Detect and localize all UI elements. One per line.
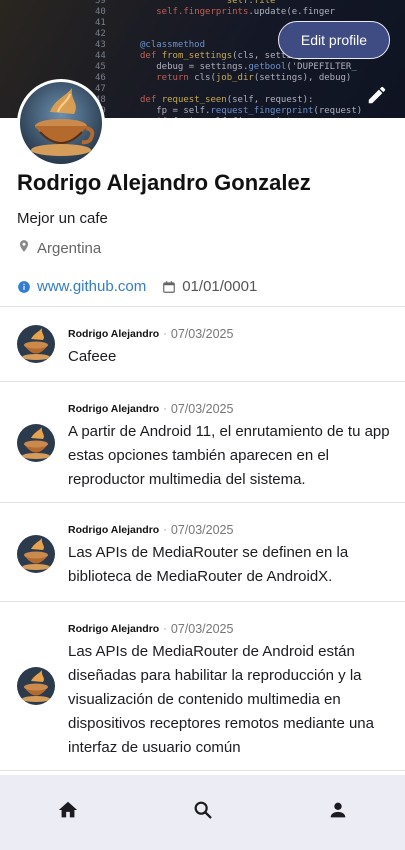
post-header: Rodrigo Alejandro · 07/03/2025 bbox=[68, 622, 234, 636]
post-avatar[interactable] bbox=[17, 424, 55, 462]
banner-code-image-text: self.file self.fingerprints.update(e.fin… bbox=[140, 0, 363, 118]
post-date: 07/03/2025 bbox=[170, 327, 234, 341]
post-header: Rodrigo Alejandro · 07/03/2025 bbox=[68, 327, 234, 341]
profile-meta: www.github.com 01/01/0001 bbox=[17, 278, 257, 295]
post-header: Rodrigo Alejandro · 07/03/2025 bbox=[68, 402, 234, 416]
website-link[interactable]: www.github.com bbox=[37, 278, 146, 295]
search-icon bbox=[192, 799, 214, 826]
profile-avatar[interactable] bbox=[17, 79, 105, 167]
post-item[interactable]: Rodrigo Alejandro · 07/03/2025 Cafeee bbox=[0, 307, 405, 382]
post-avatar[interactable] bbox=[17, 325, 55, 363]
profile-location: Argentina bbox=[17, 239, 101, 257]
post-avatar[interactable] bbox=[17, 535, 55, 573]
location-label: Argentina bbox=[37, 239, 102, 257]
info-icon bbox=[17, 280, 31, 294]
post-item[interactable]: Rodrigo Alejandro · 07/03/2025 Las APIs de… bbox=[0, 503, 405, 602]
calendar-icon bbox=[162, 280, 176, 294]
bottom-navigation bbox=[0, 775, 405, 850]
post-date: 07/03/2025 bbox=[170, 523, 234, 537]
location-pin-icon bbox=[17, 239, 31, 257]
post-text: Cafeee bbox=[68, 348, 117, 365]
nav-profile[interactable] bbox=[308, 791, 368, 835]
profile-bio: Mejor un cafe bbox=[17, 210, 108, 227]
edit-banner-icon[interactable] bbox=[366, 84, 388, 106]
post-author: Rodrigo Alejandro bbox=[68, 403, 160, 415]
post-header: Rodrigo Alejandro · 07/03/2025 bbox=[68, 523, 234, 537]
profile-icon bbox=[327, 799, 349, 826]
profile-name: Rodrigo Alejandro Gonzalez bbox=[17, 170, 311, 195]
post-date: 07/03/2025 bbox=[170, 402, 234, 416]
coffee-cup-image bbox=[20, 82, 102, 164]
post-author: Rodrigo Alejandro bbox=[68, 328, 160, 340]
post-text: Las APIs de MediaRouter de Android están… bbox=[68, 643, 374, 756]
nav-home[interactable] bbox=[38, 791, 98, 835]
post-avatar[interactable] bbox=[17, 667, 55, 705]
joined-date: 01/01/0001 bbox=[182, 278, 258, 295]
edit-profile-button[interactable]: Edit profile bbox=[278, 21, 390, 59]
nav-search[interactable] bbox=[173, 791, 233, 835]
post-text: Las APIs de MediaRouter se definen en la… bbox=[68, 544, 349, 585]
post-author: Rodrigo Alejandro bbox=[68, 524, 160, 536]
post-text: A partir de Android 11, el enrutamiento … bbox=[68, 423, 390, 488]
post-item[interactable]: Rodrigo Alejandro · 07/03/2025 Las APIs de… bbox=[0, 602, 405, 771]
post-date: 07/03/2025 bbox=[170, 622, 234, 636]
post-author: Rodrigo Alejandro bbox=[68, 623, 160, 635]
post-feed: Rodrigo Alejandro · 07/03/2025 Cafeee Rodr… bbox=[0, 306, 405, 771]
home-icon bbox=[57, 799, 79, 826]
post-item[interactable]: Rodrigo Alejandro · 07/03/2025 A partir de… bbox=[0, 382, 405, 503]
